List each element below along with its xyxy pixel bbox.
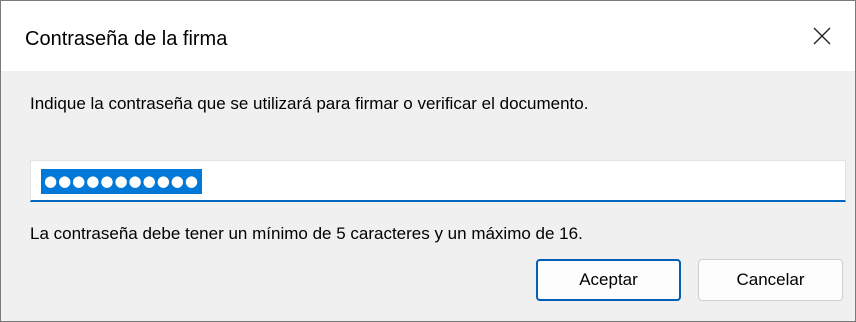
- password-selection: ●●●●●●●●●●●: [41, 169, 202, 194]
- title-bar: Contraseña de la firma: [1, 1, 855, 71]
- prompt-text: Indique la contraseña que se utilizará p…: [30, 94, 589, 113]
- password-input[interactable]: ●●●●●●●●●●●: [30, 160, 846, 202]
- signature-password-dialog: Contraseña de la firma Indique la contra…: [0, 0, 856, 322]
- ok-button[interactable]: Aceptar: [536, 259, 681, 301]
- close-button[interactable]: [789, 1, 855, 71]
- cancel-button[interactable]: Cancelar: [698, 259, 843, 301]
- dialog-title: Contraseña de la firma: [25, 28, 228, 50]
- close-icon: [813, 27, 831, 45]
- password-masked-value: ●●●●●●●●●●●: [44, 172, 199, 190]
- password-requirements-note: La contraseña debe tener un mínimo de 5 …: [30, 224, 583, 243]
